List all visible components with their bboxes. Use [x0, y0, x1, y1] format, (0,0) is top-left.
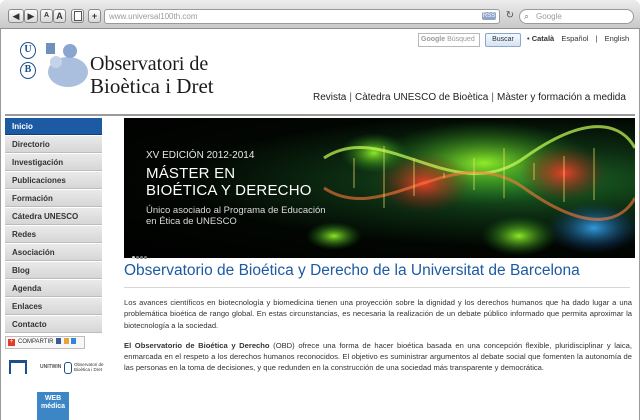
- banner-subtitle: Único asociado al Programa de Educación …: [146, 205, 326, 227]
- webmedica-line1: WEB: [44, 395, 62, 402]
- ub-logo-letter-b: B: [20, 62, 36, 79]
- rss-icon[interactable]: RSS: [482, 12, 496, 20]
- google-brand: Google: [421, 36, 446, 43]
- browser-search-input[interactable]: ⌕ Google: [519, 9, 634, 24]
- banner-title-line1: MÁSTER EN: [146, 165, 236, 182]
- browser-search-placeholder: Google: [536, 12, 562, 21]
- slide-dot[interactable]: [144, 256, 147, 259]
- back-button[interactable]: ◀: [8, 9, 24, 23]
- webmedica-badge[interactable]: WEB médica: [37, 392, 69, 420]
- share-plus-icon: +: [8, 339, 15, 346]
- partner-logos: UNITWIN Observatori de Bioètica i Dret: [7, 358, 104, 390]
- google-search-placeholder: Búsqued: [447, 36, 475, 43]
- lang-separator: |: [595, 34, 598, 43]
- lang-english[interactable]: English: [605, 34, 630, 43]
- sidebar-item-inicio[interactable]: Inicio: [5, 118, 102, 135]
- header-divider: [5, 114, 635, 116]
- unesco-icon[interactable]: [9, 360, 27, 374]
- sidebar-item-catedra-unesco[interactable]: Cátedra UNESCO: [5, 208, 102, 225]
- delicious-icon: [71, 338, 77, 345]
- forward-button[interactable]: ▶: [24, 9, 38, 23]
- site-title-line1: Observatori de: [90, 53, 209, 75]
- share-label: COMPARTIR: [18, 339, 54, 345]
- sidebar-item-publicaciones[interactable]: Publicaciones: [5, 172, 102, 189]
- facebook-icon: [56, 338, 62, 345]
- obd-paragraph: El Observatorio de Bioética y Derecho (O…: [124, 340, 632, 374]
- share-button[interactable]: + COMPARTIR: [5, 336, 85, 349]
- page-title: Observatorio de Bioética y Derecho de la…: [124, 262, 630, 288]
- text-larger-button[interactable]: A: [53, 9, 66, 23]
- sidebar-item-redes[interactable]: Redes: [5, 226, 102, 243]
- topnav-separator: |: [349, 92, 352, 103]
- top-navigation: Revista | Càtedra UNESCO de Bioètica | Màste…: [313, 92, 626, 103]
- ub-logo-letter-u: U: [20, 42, 36, 59]
- address-bar[interactable]: www.universal100th.com RSS: [104, 9, 500, 24]
- site-header: U B Observatori de Bioètica i Dret Googl…: [0, 30, 640, 116]
- sidebar-item-enlaces[interactable]: Enlaces: [5, 298, 102, 315]
- unitwin-logo[interactable]: UNITWIN: [40, 364, 61, 370]
- banner-title-line2: BIOÉTICA Y DERECHO: [146, 182, 312, 199]
- main-content: Observatorio de Bioética y Derecho de la…: [124, 262, 635, 374]
- webmedica-line2: médica: [40, 403, 66, 410]
- slide-dot[interactable]: [140, 256, 143, 259]
- sidebar-menu: Inicio Directorio Investigación Publicac…: [5, 118, 102, 334]
- topnav-revista[interactable]: Revista: [313, 92, 346, 103]
- google-search-input[interactable]: Google Búsqued: [418, 33, 480, 47]
- topnav-separator: |: [491, 92, 494, 103]
- sidebar-item-blog[interactable]: Blog: [5, 262, 102, 279]
- lang-espanol[interactable]: Español: [561, 34, 588, 43]
- sidebar-item-agenda[interactable]: Agenda: [5, 280, 102, 297]
- observatori-logo-icon[interactable]: [40, 40, 90, 90]
- site-title[interactable]: Observatori de Bioètica i Dret: [90, 54, 214, 97]
- banner-edition: XV EDICIÓN 2012-2014: [146, 150, 255, 161]
- topnav-master[interactable]: Màster y formación a medida: [497, 92, 626, 103]
- sidebar-item-investigacion[interactable]: Investigación: [5, 154, 102, 171]
- sidebar-item-directorio[interactable]: Directorio: [5, 136, 102, 153]
- ub-logo[interactable]: U B: [20, 42, 36, 80]
- add-bookmark-button[interactable]: +: [88, 9, 101, 23]
- page-button[interactable]: [71, 9, 84, 23]
- url-text: www.universal100th.com: [109, 12, 198, 21]
- mini-ub-icon: [64, 362, 72, 374]
- topnav-catedra[interactable]: Càtedra UNESCO de Bioètica: [355, 92, 488, 103]
- browser-toolbar: ◀ ▶ A A + www.universal100th.com RSS ↻ ⌕…: [0, 0, 640, 29]
- slide-dot[interactable]: [136, 256, 139, 259]
- language-switcher: • Català Español | English: [527, 34, 634, 43]
- mini-observatori-logo[interactable]: Observatori de Bioètica i Dret: [74, 362, 104, 372]
- page-icon: [73, 11, 82, 21]
- sidebar-item-asociacion[interactable]: Asociación: [5, 244, 102, 261]
- search-button[interactable]: Buscar: [485, 33, 521, 47]
- star-icon: [63, 338, 69, 345]
- site-title-line2: Bioètica i Dret: [90, 74, 214, 98]
- slide-dot[interactable]: [132, 256, 135, 259]
- master-banner[interactable]: XV EDICIÓN 2012-2014 MÁSTER EN BIOÉTICA …: [124, 118, 635, 258]
- obd-lead: El Observatorio de Bioética y Derecho: [124, 340, 270, 350]
- magnifier-icon: ⌕: [524, 11, 530, 21]
- sidebar-item-formacion[interactable]: Formación: [5, 190, 102, 207]
- text-smaller-button[interactable]: A: [40, 9, 53, 23]
- sidebar-item-contacto[interactable]: Contacto: [5, 316, 102, 333]
- lang-catala[interactable]: • Català: [527, 34, 554, 43]
- intro-paragraph: Los avances científicos en biotecnología…: [124, 298, 632, 330]
- banner-text: XV EDICIÓN 2012-2014 MÁSTER EN BIOÉTICA …: [146, 150, 326, 227]
- reload-icon[interactable]: ↻: [504, 9, 516, 23]
